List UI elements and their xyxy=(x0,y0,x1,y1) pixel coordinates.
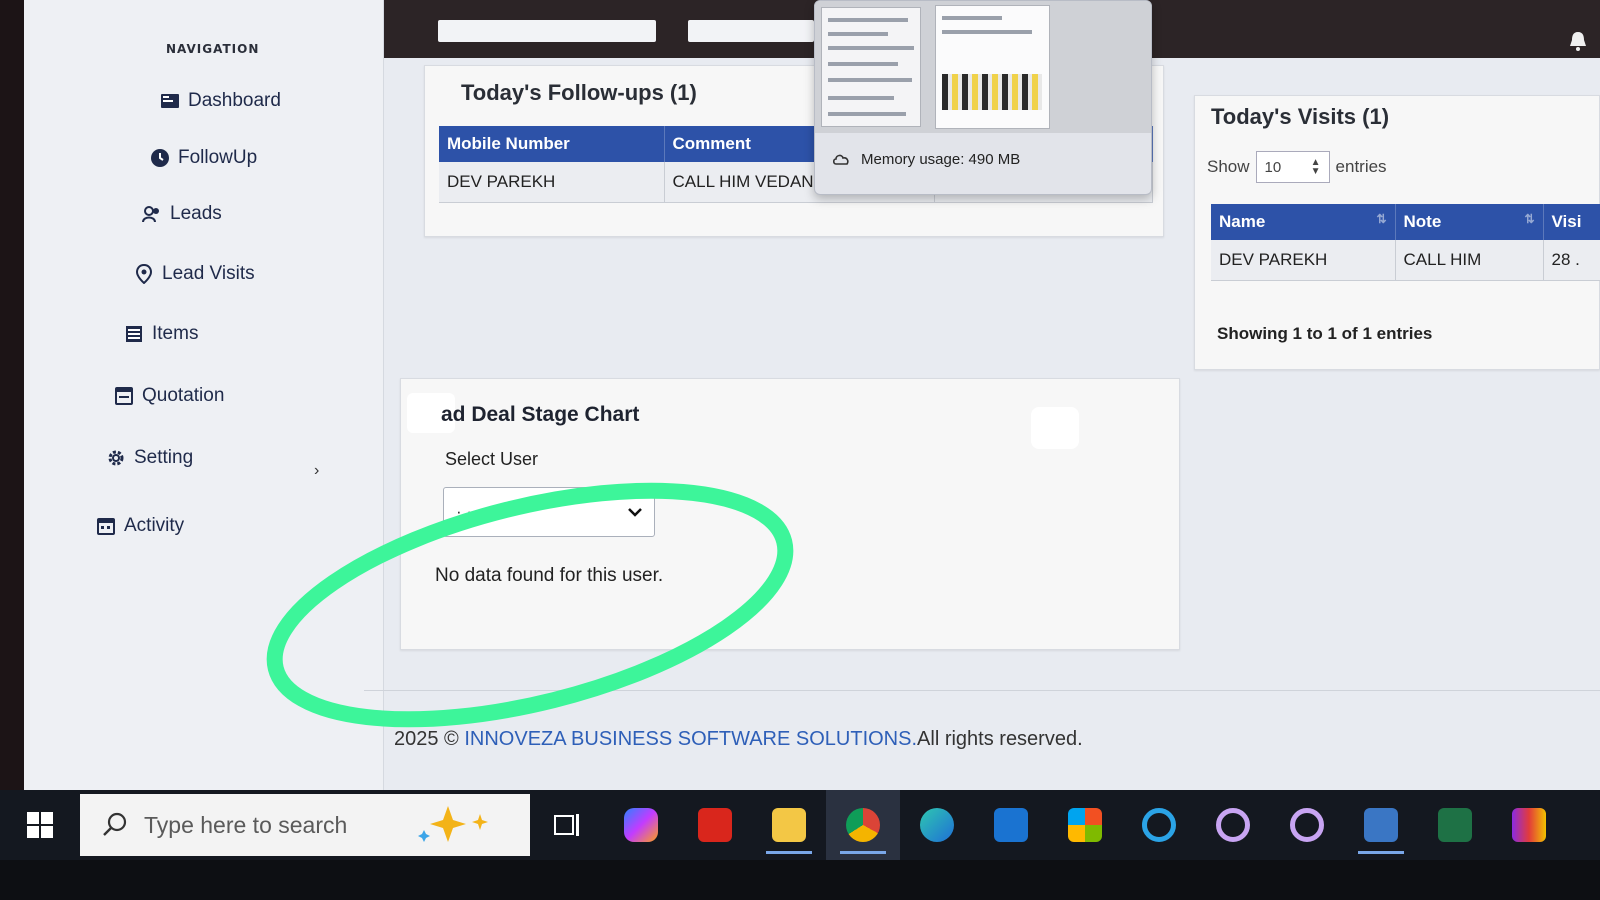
sidebar-item-label: Leads xyxy=(170,203,222,224)
taskbar: Type here to search xyxy=(0,790,1600,860)
windows-logo-icon xyxy=(27,812,53,838)
show-label: Show xyxy=(1207,157,1250,176)
chevron-right-icon[interactable]: › xyxy=(314,462,319,480)
divider xyxy=(364,690,1600,691)
taskbar-search[interactable]: Type here to search xyxy=(80,794,530,856)
table-cell: CALL HIM xyxy=(1395,240,1544,281)
chevron-down-icon xyxy=(628,508,642,517)
footer-year: 2025 © xyxy=(394,728,459,750)
file-explorer-icon[interactable] xyxy=(752,790,826,860)
calendar-icon xyxy=(96,516,116,536)
gear-icon xyxy=(106,448,126,468)
footer-brand-link[interactable]: INNOVEZA BUSINESS SOFTWARE SOLUTIONS. xyxy=(464,728,917,750)
sidebar-item-label: Setting xyxy=(134,447,194,468)
search-placeholder: Type here to search xyxy=(144,811,348,838)
spinner-icon: ▲ ▼ xyxy=(1310,157,1321,177)
sidebar-item-quotation[interactable]: Quotation xyxy=(114,385,224,407)
sidebar-item-setting[interactable]: Setting xyxy=(106,447,193,469)
table-header-row: Name ⇅ Note ⇅ Visi xyxy=(1211,204,1600,240)
acrobat-icon[interactable] xyxy=(678,790,752,860)
column-header[interactable]: Note ⇅ xyxy=(1395,204,1544,240)
start-button[interactable] xyxy=(0,790,80,860)
glare-patch xyxy=(1031,407,1079,449)
sort-icon[interactable]: ⇅ xyxy=(1376,212,1386,226)
sidebar: NAVIGATION Dashboard FollowUp Leads Lead… xyxy=(24,0,384,800)
entries-control: Show 10 ▲ ▼ entries xyxy=(1207,151,1387,183)
deal-chart-title: ad Deal Stage Chart xyxy=(441,403,640,426)
deal-stage-card: ad Deal Stage Chart Select User · · · · … xyxy=(400,378,1180,650)
sidebar-item-label: Activity xyxy=(124,515,185,536)
followups-title: Today's Follow-ups (1) xyxy=(461,80,697,105)
sidebar-item-label: FollowUp xyxy=(178,147,258,168)
footer: 2025 © INNOVEZA BUSINESS SOFTWARE SOLUTI… xyxy=(394,728,1083,751)
outlook-icon[interactable] xyxy=(974,790,1048,860)
table-cell: DEV PAREKH xyxy=(439,162,665,203)
search-icon xyxy=(103,812,127,836)
entries-select[interactable]: 10 ▲ ▼ xyxy=(1255,151,1330,183)
circle-app-icon[interactable] xyxy=(1270,790,1344,860)
sidebar-item-label: Items xyxy=(152,323,199,344)
user-select[interactable]: · · · · xyxy=(443,487,655,537)
sidebar-item-lead-visits[interactable]: Lead Visits xyxy=(134,263,255,285)
sort-icon[interactable]: ⇅ xyxy=(1524,212,1534,226)
selected-user: · · · · xyxy=(456,502,493,521)
tab-thumbnail xyxy=(815,1,1151,133)
table-cell: DEV PAREKH xyxy=(1211,240,1396,281)
bezel xyxy=(0,860,1600,900)
thumbnail-pane xyxy=(935,5,1050,129)
users-icon xyxy=(142,204,162,224)
sidebar-item-label: Quotation xyxy=(142,385,225,406)
dashboard-icon xyxy=(160,91,180,111)
table-cell: 28 . xyxy=(1543,240,1600,281)
entries-label: entries xyxy=(1335,157,1387,176)
no-data-message: No data found for this user. xyxy=(435,565,664,586)
winrar-icon[interactable] xyxy=(1492,790,1566,860)
task-view-icon[interactable] xyxy=(530,790,604,860)
visits-card: Today's Visits (1) Show 10 ▲ ▼ entries Na… xyxy=(1194,95,1600,370)
circle-app-icon[interactable] xyxy=(1196,790,1270,860)
document-icon xyxy=(114,386,134,406)
internet-explorer-icon[interactable] xyxy=(1122,790,1196,860)
edge-icon[interactable] xyxy=(900,790,974,860)
memory-icon xyxy=(833,154,849,165)
excel-icon[interactable] xyxy=(1418,790,1492,860)
bell-icon[interactable] xyxy=(1568,30,1588,52)
sidebar-item-leads[interactable]: Leads xyxy=(142,203,222,225)
list-icon xyxy=(124,324,144,344)
sidebar-item-activity[interactable]: Activity xyxy=(96,515,184,537)
tab-hover-preview: Memory usage: 490 MB xyxy=(814,0,1152,195)
sidebar-item-followup[interactable]: FollowUp xyxy=(150,147,257,169)
sidebar-item-items[interactable]: Items xyxy=(124,323,198,345)
top-tab[interactable] xyxy=(688,20,814,42)
clock-icon xyxy=(150,148,170,168)
column-header-label: Note xyxy=(1403,212,1442,231)
app-screen: NAVIGATION Dashboard FollowUp Leads Lead… xyxy=(24,0,1600,800)
top-tab[interactable] xyxy=(438,20,656,42)
sidebar-item-label: Lead Visits xyxy=(162,263,255,284)
column-header[interactable]: Mobile Number xyxy=(439,126,665,162)
column-header[interactable]: Name ⇅ xyxy=(1211,204,1396,240)
memory-usage: Memory usage: 490 MB xyxy=(833,151,1020,168)
column-header[interactable]: Visi xyxy=(1543,204,1600,240)
memory-usage-label: Memory usage: 490 MB xyxy=(861,151,1021,168)
store-icon[interactable] xyxy=(1048,790,1122,860)
calculator-icon[interactable] xyxy=(1344,790,1418,860)
column-header-label: Name xyxy=(1219,212,1266,231)
map-pin-icon xyxy=(134,264,154,284)
visits-title: Today's Visits (1) xyxy=(1211,104,1390,129)
table-row: DEV PAREKH CALL HIM 28 . xyxy=(1211,240,1600,281)
footer-rights: All rights reserved. xyxy=(917,728,1083,750)
pagination-info: Showing 1 to 1 of 1 entries xyxy=(1217,324,1433,343)
entries-value: 10 xyxy=(1264,158,1282,176)
sidebar-item-label: Dashboard xyxy=(188,90,281,111)
chrome-icon[interactable] xyxy=(826,790,900,860)
nav-heading: NAVIGATION xyxy=(166,42,260,56)
sparkle-icon xyxy=(418,806,488,842)
copilot-icon[interactable] xyxy=(604,790,678,860)
thumbnail-pane xyxy=(821,7,921,127)
visits-table: Name ⇅ Note ⇅ Visi DEV PAREKH CALL HIM 28 … xyxy=(1211,204,1600,281)
sidebar-item-dashboard[interactable]: Dashboard xyxy=(160,90,281,112)
select-user-label: Select User xyxy=(445,449,539,469)
